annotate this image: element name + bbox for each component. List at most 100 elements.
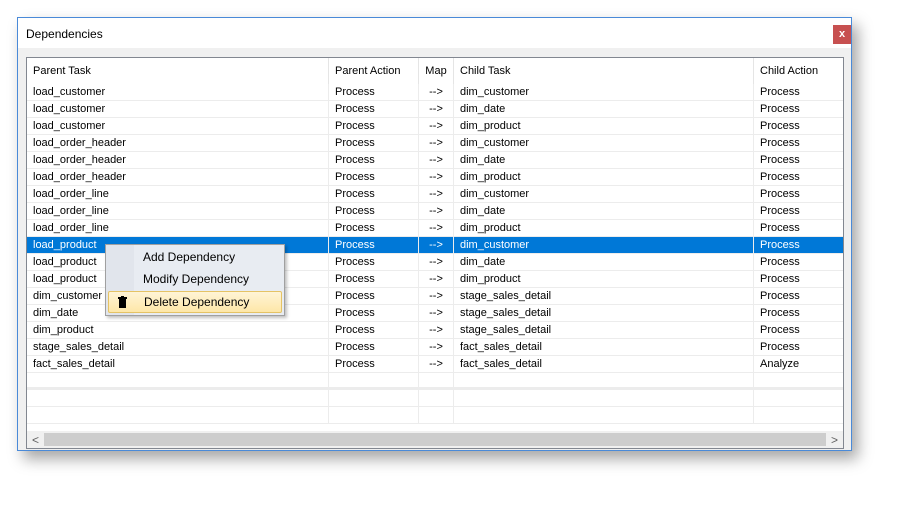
cell-child-task: dim_product [454,169,754,185]
cell-child-task: stage_sales_detail [454,288,754,304]
cell-child-action: Process [760,307,800,319]
dependencies-dialog: Dependencies x Parent Task Parent Action M… [17,17,852,451]
cell-child-action: Process [760,154,800,166]
empty-cell [454,390,754,407]
cell-parent-action: Process [329,135,419,151]
cell-map: --> [419,118,454,134]
cell-child-task: dim_customer [454,135,754,151]
scroll-left-button[interactable]: < [27,433,44,447]
empty-cell [454,407,754,424]
cell-parent-task: load_customer [27,84,329,100]
cell-child-action: Process [760,273,800,285]
cell-parent-action: Process [329,118,419,134]
cell-parent-action: Process [329,322,419,338]
horizontal-scrollbar[interactable]: < > [27,431,843,448]
grid-header: Parent Task Parent Action Map Child Task Chi… [27,58,843,84]
cell-child-action: Process [760,171,800,183]
empty-row [27,407,843,424]
cell-child-action: Process [760,222,800,234]
cell-parent-task: load_order_header [27,152,329,168]
table-row[interactable]: load_order_header Process --> dim_product Pr… [27,169,843,186]
cell-child-action: Process [760,137,800,149]
table-row[interactable]: load_customer Process --> dim_date Process [27,101,843,118]
cell-parent-task: load_order_line [27,203,329,219]
column-header-child-task[interactable]: Child Task [454,58,754,84]
table-row[interactable]: stage_sales_detail Process --> fact_sales_d… [27,339,843,356]
table-row[interactable]: load_order_line Process --> dim_date Process [27,203,843,220]
cell-parent-action: Process [329,220,419,236]
close-button[interactable]: x [833,25,851,44]
empty-cell [329,407,419,424]
menu-item-label: Add Dependency [143,250,236,264]
scrollbar-thumb[interactable] [44,433,826,446]
cell-map: --> [419,169,454,185]
cell-child-task: stage_sales_detail [454,305,754,321]
menu-item-add-dependency[interactable]: Add Dependency [108,247,282,269]
cell-map: --> [419,288,454,304]
cell-parent-action: Process [329,169,419,185]
cell-child-task: dim_customer [454,186,754,202]
cell-parent-action: Process [329,84,419,100]
empty-cell [27,390,329,407]
column-header-parent-task[interactable]: Parent Task [27,58,329,84]
table-row[interactable]: load_order_line Process --> dim_customer Pro… [27,186,843,203]
title-bar: Dependencies x [18,18,851,48]
cell-map: --> [419,101,454,117]
menu-item-label: Delete Dependency [144,295,250,309]
cell-parent-task: load_customer [27,118,329,134]
column-header-child-action[interactable]: Child Action [754,58,843,84]
menu-item-modify-dependency[interactable]: Modify Dependency [108,269,282,291]
column-header-parent-action[interactable]: Parent Action [329,58,419,84]
table-row[interactable]: fact_sales_detail Process --> fact_sales_de… [27,356,843,373]
cell-map: --> [419,322,454,338]
table-row[interactable]: load_order_line Process --> dim_product Proc… [27,220,843,237]
cell-parent-action: Process [329,288,419,304]
cell-child-task: dim_product [454,220,754,236]
cell-map: --> [419,220,454,236]
cell-child-task: fact_sales_detail [454,339,754,355]
cell-map: --> [419,84,454,100]
table-row[interactable]: dim_product Process --> stage_sales_detail P… [27,322,843,339]
context-menu: Add Dependency Modify Dependency Delete … [105,244,285,316]
cell-parent-task: load_customer [27,101,329,117]
trash-icon [118,296,127,308]
cell-parent-task: fact_sales_detail [27,356,329,372]
cell-child-task: dim_product [454,271,754,287]
cell-map: --> [419,305,454,321]
cell-map: --> [419,271,454,287]
empty-cell [754,390,843,407]
cell-child-task: dim_customer [454,84,754,100]
cell-child-task: stage_sales_detail [454,322,754,338]
cell-child-task: fact_sales_detail [454,356,754,372]
cell-parent-action: Process [329,305,419,321]
cell-child-action: Process [760,324,800,336]
cell-parent-action: Process [329,356,419,372]
table-row[interactable]: load_customer Process --> dim_product Proces… [27,118,843,135]
cell-map: --> [419,152,454,168]
cell-parent-task: load_order_header [27,169,329,185]
menu-item-delete-dependency[interactable]: Delete Dependency [108,291,282,313]
cell-parent-action: Process [329,152,419,168]
empty-cell [27,373,329,390]
cell-child-action: Process [760,103,800,115]
cell-parent-task: load_order_header [27,135,329,151]
table-row[interactable]: load_order_header Process --> dim_date Proce… [27,152,843,169]
cell-map: --> [419,356,454,372]
empty-cell [454,373,754,390]
column-header-map[interactable]: Map [419,58,454,84]
cell-child-action: Process [760,120,800,132]
cell-child-action: Process [760,341,800,353]
cell-parent-task: load_order_line [27,186,329,202]
cell-parent-action: Process [329,271,419,287]
cell-parent-action: Process [329,101,419,117]
cell-child-task: dim_date [454,152,754,168]
cell-child-action: Process [760,205,800,217]
cell-child-action: Process [760,239,800,251]
scroll-right-button[interactable]: > [826,433,843,447]
cell-parent-action: Process [329,254,419,270]
cell-map: --> [419,237,454,253]
table-row[interactable]: load_customer Process --> dim_customer Proce… [27,84,843,101]
table-row[interactable]: load_order_header Process --> dim_customer P… [27,135,843,152]
empty-cell [754,373,843,390]
cell-parent-action: Process [329,186,419,202]
